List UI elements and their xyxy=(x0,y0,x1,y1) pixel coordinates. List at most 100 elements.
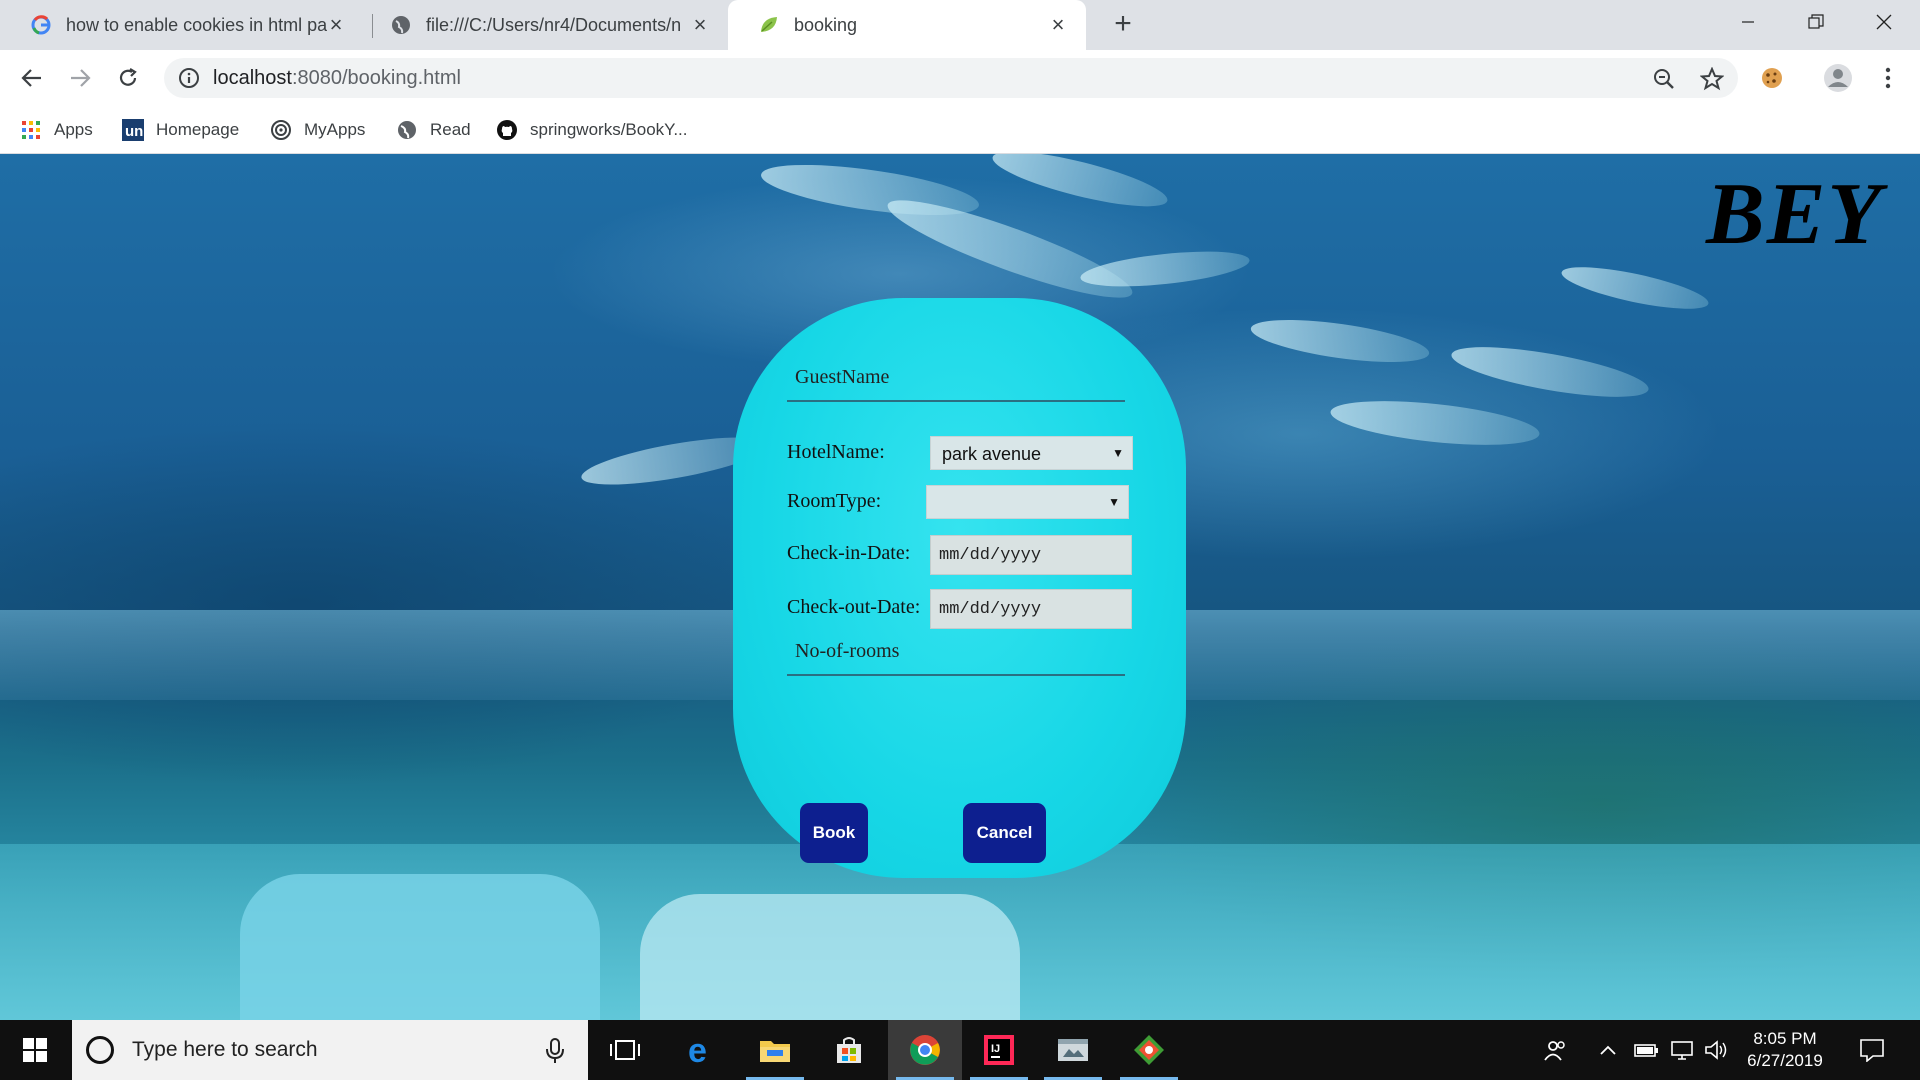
cortana-icon xyxy=(86,1036,114,1064)
edge-browser-icon[interactable]: e xyxy=(664,1020,738,1080)
battery-icon[interactable] xyxy=(1632,1020,1660,1080)
cancel-button[interactable]: Cancel xyxy=(963,803,1046,863)
tab-title: file:///C:/Users/nr4/Documents/n xyxy=(426,14,682,35)
page-background: BEY GuestName HotelName: park avenue ▼ R… xyxy=(0,154,1920,1020)
fish-decoration xyxy=(1558,258,1712,318)
intellij-icon[interactable]: IJ xyxy=(962,1020,1036,1080)
url-text[interactable]: localhost:8080/booking.html xyxy=(213,67,461,90)
microphone-icon[interactable] xyxy=(542,1037,568,1065)
clock-date: 6/27/2019 xyxy=(1747,1051,1823,1070)
close-icon[interactable]: × xyxy=(1046,13,1070,37)
bookmark-label: MyApps xyxy=(304,120,366,139)
bookmarks-bar: Apps un Homepage MyApps Read springworks… xyxy=(0,106,1920,154)
back-button[interactable] xyxy=(16,62,48,94)
taskbar-search-box[interactable]: Type here to search xyxy=(72,1020,588,1080)
profile-avatar-icon[interactable] xyxy=(1822,62,1854,94)
windows-logo-icon xyxy=(23,1038,47,1062)
bookmark-homepage[interactable]: un Homepage xyxy=(122,116,239,144)
notification-center-icon[interactable] xyxy=(1852,1020,1892,1080)
hotel-name-select[interactable]: park avenue ▼ xyxy=(930,436,1133,470)
store-icon[interactable] xyxy=(812,1020,886,1080)
room-type-select[interactable]: ▼ xyxy=(926,485,1129,519)
brand-title: BEY xyxy=(1706,166,1884,263)
bookmark-star-icon[interactable] xyxy=(1699,66,1725,91)
leaf-icon xyxy=(758,14,780,36)
search-placeholder: Type here to search xyxy=(132,1038,318,1061)
git-tool-icon[interactable] xyxy=(1112,1020,1186,1080)
fish-decoration xyxy=(988,154,1172,218)
network-icon[interactable] xyxy=(1668,1020,1696,1080)
url-path: :8080/booking.html xyxy=(291,67,461,89)
myapps-icon xyxy=(270,119,292,141)
file-explorer-icon[interactable] xyxy=(738,1020,812,1080)
hotel-name-label: HotelName: xyxy=(787,441,885,463)
tab-title: booking xyxy=(794,14,858,35)
room-type-label: RoomType: xyxy=(787,490,882,512)
check-in-date-input[interactable]: mm/dd/yyyy xyxy=(930,535,1132,575)
reload-button[interactable] xyxy=(112,62,144,94)
cushion-decoration xyxy=(640,894,1020,1020)
guest-name-placeholder: GuestName xyxy=(795,366,890,388)
info-icon[interactable] xyxy=(178,67,200,89)
tab-cookies-search[interactable]: how to enable cookies in html pa × xyxy=(0,0,364,50)
globe-icon xyxy=(396,119,418,141)
no-of-rooms-placeholder: No-of-rooms xyxy=(795,640,900,662)
close-icon[interactable]: × xyxy=(688,13,712,37)
chrome-icon[interactable] xyxy=(888,1020,962,1080)
github-icon xyxy=(496,119,518,141)
hotel-name-value: park avenue xyxy=(942,444,1042,464)
tab-title: how to enable cookies in html pa xyxy=(66,14,328,35)
booking-form-card: GuestName HotelName: park avenue ▼ RoomT… xyxy=(733,298,1186,878)
cookie-extension-icon[interactable] xyxy=(1756,62,1788,94)
new-tab-button[interactable]: + xyxy=(1108,9,1138,40)
fish-decoration xyxy=(1448,336,1652,408)
app-window-icon[interactable] xyxy=(1036,1020,1110,1080)
check-out-label: Check-out-Date: xyxy=(787,596,921,618)
fish-decoration xyxy=(880,184,1140,314)
tab-strip: how to enable cookies in html pa × file:… xyxy=(0,0,1920,50)
address-bar[interactable]: localhost:8080/booking.html xyxy=(164,58,1738,98)
windows-taskbar: Type here to search e IJ 8:05 PM 6/27/20… xyxy=(0,1020,1920,1080)
bookmark-label: Homepage xyxy=(156,120,240,139)
zoom-icon[interactable] xyxy=(1652,67,1676,91)
minimize-button[interactable] xyxy=(1718,0,1778,44)
close-window-button[interactable] xyxy=(1854,0,1914,44)
task-view-button[interactable] xyxy=(588,1020,662,1080)
google-icon xyxy=(30,14,52,36)
no-of-rooms-input[interactable]: No-of-rooms xyxy=(787,632,1125,676)
start-button[interactable] xyxy=(0,1020,70,1080)
taskbar-clock[interactable]: 8:05 PM 6/27/2019 xyxy=(1730,1028,1840,1072)
tab-local-file[interactable]: file:///C:/Users/nr4/Documents/n × xyxy=(360,0,728,50)
bookmark-myapps[interactable]: MyApps xyxy=(270,116,365,144)
fish-decoration xyxy=(1248,311,1432,371)
fish-decoration xyxy=(1328,393,1542,453)
unext-icon: un xyxy=(122,119,144,141)
check-in-label: Check-in-Date: xyxy=(787,542,911,564)
bookmark-apps[interactable]: Apps xyxy=(20,116,93,144)
bookmark-label: Read xyxy=(430,120,471,139)
guest-name-input[interactable]: GuestName xyxy=(787,358,1125,402)
bookmark-label: springworks/BookY... xyxy=(530,120,688,139)
check-out-placeholder: mm/dd/yyyy xyxy=(939,600,1042,619)
check-in-placeholder: mm/dd/yyyy xyxy=(939,546,1042,565)
restore-button[interactable] xyxy=(1786,0,1846,44)
dropdown-arrow-icon: ▼ xyxy=(1112,446,1124,460)
book-button[interactable]: Book xyxy=(800,803,868,863)
close-icon[interactable]: × xyxy=(324,13,348,37)
chevron-up-icon[interactable] xyxy=(1596,1020,1620,1080)
check-out-date-input[interactable]: mm/dd/yyyy xyxy=(930,589,1132,629)
bookmark-read[interactable]: Read xyxy=(396,116,471,144)
fish-decoration xyxy=(1078,245,1252,293)
volume-icon[interactable] xyxy=(1702,1020,1730,1080)
dropdown-arrow-icon: ▼ xyxy=(1108,495,1120,509)
people-icon[interactable] xyxy=(1540,1020,1570,1080)
forward-button[interactable] xyxy=(64,62,96,94)
bookmark-label: Apps xyxy=(54,120,93,139)
globe-icon xyxy=(390,14,412,36)
apps-grid-icon xyxy=(20,119,42,141)
tab-booking[interactable]: booking × xyxy=(728,0,1086,50)
bookmark-springworks[interactable]: springworks/BookY... xyxy=(496,116,687,144)
menu-kebab-icon[interactable] xyxy=(1872,62,1904,94)
browser-toolbar: localhost:8080/booking.html xyxy=(0,50,1920,106)
svg-text:e: e xyxy=(688,1034,707,1066)
